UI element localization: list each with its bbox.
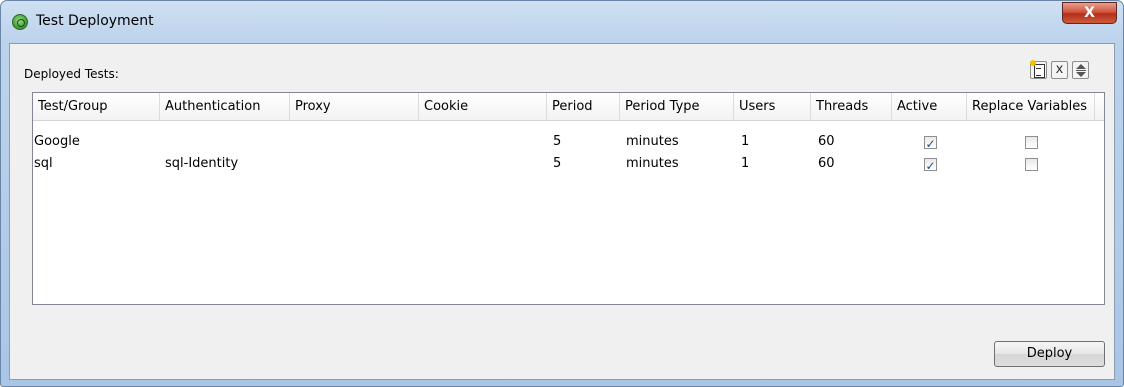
move-up-down-button[interactable] [1072, 61, 1089, 79]
remove-test-button[interactable]: x [1051, 61, 1068, 79]
cell-authentication: sql-Identity [165, 156, 239, 171]
move-icon [1076, 70, 1086, 71]
replace-variables-checkbox[interactable] [1025, 135, 1038, 149]
cell-replace-variables [967, 153, 1095, 175]
table-header: Test/Group Authentication Proxy Cookie P… [33, 93, 1104, 121]
col-threads[interactable]: Threads [811, 93, 892, 121]
cell-active [892, 131, 967, 153]
col-replace-variables[interactable]: Replace Variables [967, 93, 1095, 121]
title-bar[interactable]: Test Deployment X [1, 1, 1123, 43]
cell-period: 5 [553, 156, 562, 171]
cell-active [892, 153, 967, 175]
cell-proxy [290, 131, 419, 153]
col-period-type[interactable]: Period Type [620, 93, 734, 121]
add-test-button[interactable] [1030, 60, 1047, 79]
col-active[interactable]: Active [892, 93, 967, 121]
cell-period: 5 [553, 134, 562, 149]
deployed-tests-label: Deployed Tests: [24, 67, 119, 81]
cell-test-group: sql [34, 156, 53, 171]
cell-threads: 60 [818, 134, 835, 149]
col-cookie[interactable]: Cookie [419, 93, 547, 121]
window-title: Test Deployment [36, 13, 154, 29]
cell-users: 1 [741, 134, 750, 149]
table-row[interactable]: Google 5 minutes 1 60 [33, 131, 1104, 153]
test-deployment-window: Test Deployment X Deployed Tests: x Test… [0, 0, 1124, 387]
col-period[interactable]: Period [547, 93, 620, 121]
cell-cookie [419, 131, 547, 153]
cell-cookie [419, 153, 547, 175]
new-star-icon [1030, 60, 1036, 66]
active-checkbox[interactable] [923, 155, 937, 175]
cell-period-type: minutes [626, 134, 679, 149]
cell-replace-variables [967, 131, 1095, 153]
app-icon [12, 14, 28, 30]
cell-users: 1 [741, 156, 750, 171]
cell-proxy [290, 153, 419, 175]
replace-variables-checkbox[interactable] [1025, 157, 1038, 171]
active-checkbox[interactable] [923, 133, 937, 153]
cell-test-group: Google [34, 134, 80, 149]
col-test-group[interactable]: Test/Group [33, 93, 160, 121]
cell-period-type: minutes [626, 156, 679, 171]
col-users[interactable]: Users [734, 93, 811, 121]
col-proxy[interactable]: Proxy [290, 93, 419, 121]
cell-authentication [160, 131, 290, 153]
col-authentication[interactable]: Authentication [160, 93, 290, 121]
cell-threads: 60 [818, 156, 835, 171]
table-row[interactable]: sql sql-Identity 5 minutes 1 60 [33, 153, 1104, 175]
deploy-button[interactable]: Deploy [994, 341, 1105, 367]
close-button[interactable]: X [1062, 2, 1117, 24]
deployed-tests-table: Test/Group Authentication Proxy Cookie P… [32, 92, 1105, 305]
